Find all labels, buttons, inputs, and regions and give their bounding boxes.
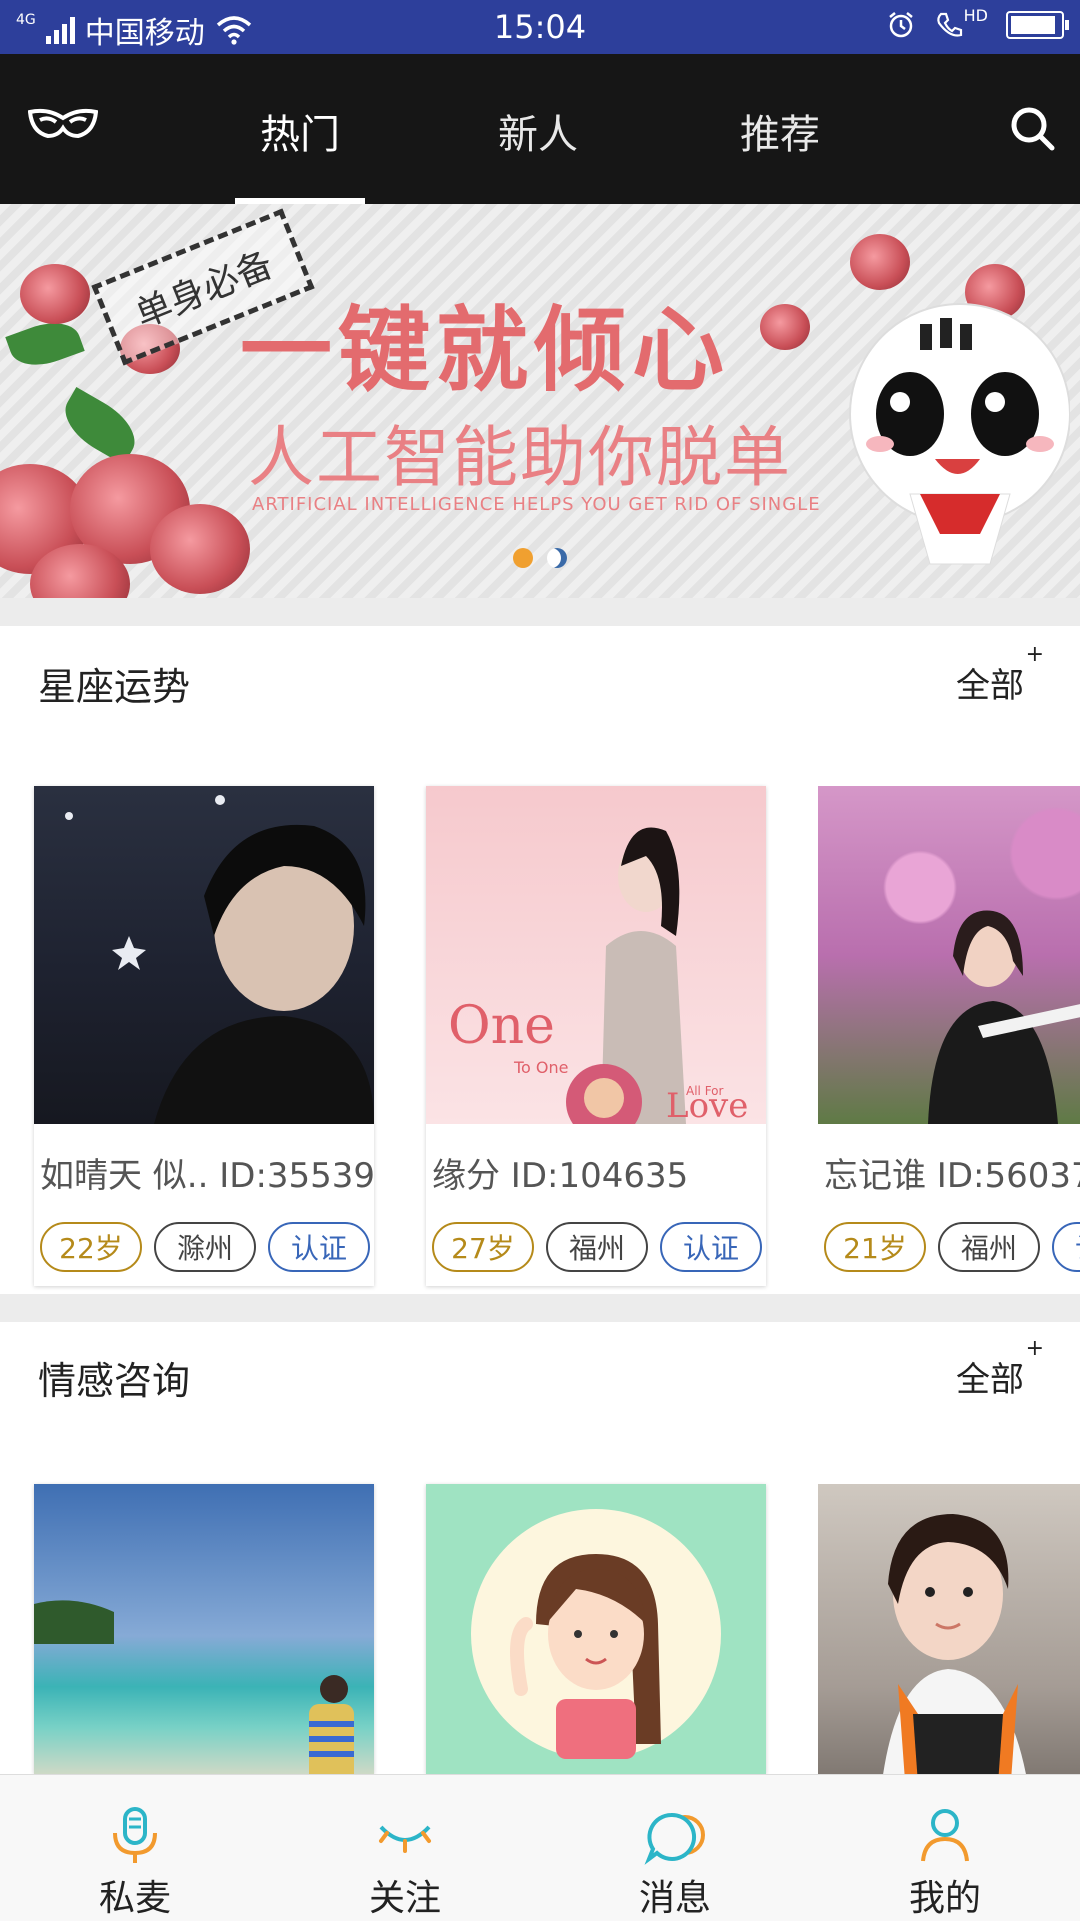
city-tag: 福州 — [938, 1222, 1040, 1272]
rose-decoration — [760, 304, 810, 350]
banner-headline: 一键就倾心 — [240, 297, 731, 404]
nav-label: 关注 — [368, 1878, 441, 1919]
photo-art — [471, 1509, 721, 1759]
user-tags: 21岁 福州 认证 — [824, 1222, 1080, 1272]
consult-photo[interactable] — [426, 1484, 766, 1774]
hd-call-icon: HD — [934, 6, 988, 40]
pager-dot[interactable] — [547, 548, 567, 568]
nav-profile[interactable]: 我的 — [810, 1775, 1080, 1921]
tab-hot[interactable]: 热门 — [220, 102, 380, 160]
photo-art — [65, 795, 374, 1124]
tab-new[interactable]: 新人 — [458, 102, 618, 160]
mask-icon[interactable] — [28, 106, 98, 142]
person-icon — [921, 1809, 969, 1862]
verified-tag: 认证 — [660, 1222, 762, 1272]
photo-art — [34, 1600, 354, 1774]
user-photo[interactable] — [34, 786, 374, 1124]
user-card[interactable]: 忘记谁 ID:56037 21岁 福州 认证 — [818, 786, 1080, 1286]
search-icon[interactable] — [1008, 104, 1058, 154]
user-tags: 22岁 滁州 认证 — [40, 1222, 370, 1272]
nav-label: 私麦 — [98, 1878, 171, 1919]
city-tag: 滁州 — [154, 1222, 256, 1272]
rose-decoration — [20, 264, 90, 324]
eye-icon — [379, 1825, 431, 1853]
banner-english: ARTIFICIAL INTELLIGENCE HELPS YOU GET RI… — [252, 494, 821, 515]
card-clip: 忘记谁 ID:56037 21岁 福州 认证 — [818, 786, 1080, 1286]
microphone-icon — [113, 1807, 157, 1863]
nav-label: 我的 — [908, 1878, 981, 1919]
section-title-horoscope: 星座运势 — [38, 665, 191, 709]
user-card[interactable]: 如晴天 似.. ID:35539 22岁 滁州 认证 — [34, 786, 376, 1286]
alarm-icon — [888, 12, 913, 38]
promo-banner[interactable]: 单身必备 一键就倾心 人工智能助你脱单 ARTIFICIAL INTELLIGE… — [0, 204, 1080, 598]
banner-subtitle: 人工智能助你脱单 — [248, 419, 792, 496]
nav-private-mic[interactable]: 私麦 — [0, 1775, 270, 1921]
user-name-id: 忘记谁 ID:56037 — [824, 1156, 1080, 1196]
card-clip — [818, 1484, 1080, 1774]
banner-pager — [0, 548, 1080, 568]
section-title-emotional-consulting: 情感咨询 — [38, 1359, 191, 1403]
age-tag: 27岁 — [432, 1222, 534, 1272]
tab-recommend[interactable]: 推荐 — [700, 102, 860, 160]
status-bar: 4G 中国移动 15:04 HD — [0, 0, 1080, 54]
user-tags: 27岁 福州 认证 — [432, 1222, 762, 1272]
user-card[interactable]: One To One All For Love 缘分 ID:104635 27岁… — [426, 786, 766, 1286]
user-name-id: 如晴天 似.. ID:35539 — [40, 1156, 376, 1196]
poster-subtext: To One — [514, 1058, 569, 1077]
top-nav: 热门 新人 推荐 — [0, 54, 1080, 204]
more-plus: + — [1025, 642, 1044, 667]
status-right: HD — [886, 6, 1069, 40]
age-tag: 22岁 — [40, 1222, 142, 1272]
photo-art — [928, 910, 1080, 1124]
poster-text: One — [448, 996, 555, 1056]
battery-icon — [1006, 11, 1069, 39]
more-label: 全部 — [956, 1360, 1024, 1400]
photo-art — [566, 827, 686, 1124]
hd-label: HD — [963, 5, 988, 25]
nav-label: 消息 — [638, 1878, 711, 1919]
pager-dot-active[interactable] — [513, 548, 533, 568]
poster-love: Love — [666, 1086, 749, 1124]
nav-messages[interactable]: 消息 — [540, 1775, 810, 1921]
user-photo[interactable]: One To One All For Love — [426, 786, 766, 1124]
nav-follow[interactable]: 关注 — [270, 1775, 540, 1921]
cat-mascot — [849, 303, 1070, 565]
chat-bubbles-icon — [644, 1812, 705, 1865]
consult-card[interactable] — [426, 1484, 766, 1774]
consult-photo[interactable] — [34, 1484, 374, 1774]
bottom-nav: 私麦 关注 消息 我的 — [0, 1774, 1080, 1921]
consult-card[interactable] — [818, 1484, 1080, 1774]
age-tag: 21岁 — [824, 1222, 926, 1272]
user-photo[interactable] — [818, 786, 1080, 1124]
verified-tag: 认证 — [1052, 1222, 1080, 1272]
section-more-horoscope[interactable]: 全部 + — [956, 642, 1044, 707]
user-name-id: 缘分 ID:104635 — [432, 1156, 689, 1196]
city-tag: 福州 — [546, 1222, 648, 1272]
section-divider — [0, 1294, 1080, 1322]
section-divider — [0, 598, 1080, 626]
photo-art — [883, 1514, 1026, 1774]
consult-photo[interactable] — [818, 1484, 1080, 1774]
more-plus: + — [1025, 1336, 1044, 1361]
section-more-emotional-consulting[interactable]: 全部 + — [956, 1336, 1044, 1401]
consult-card[interactable] — [34, 1484, 374, 1774]
verified-tag: 认证 — [268, 1222, 370, 1272]
more-label: 全部 — [956, 666, 1024, 706]
